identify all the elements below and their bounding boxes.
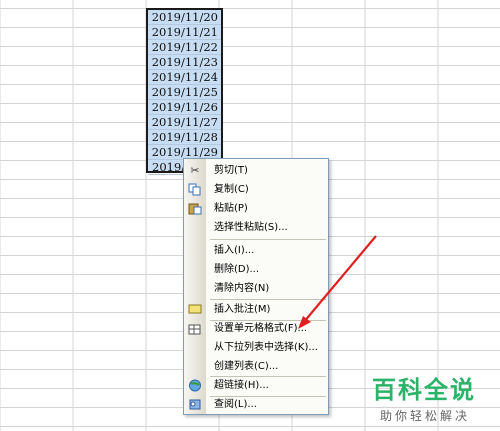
red-arrow-annotation [298,235,377,329]
watermark-logo: 百科全说 助你轻松解决 [372,370,494,424]
watermark-subtitle: 助你轻松解决 [380,409,471,423]
watermark-title: 百科全说 [372,376,476,404]
